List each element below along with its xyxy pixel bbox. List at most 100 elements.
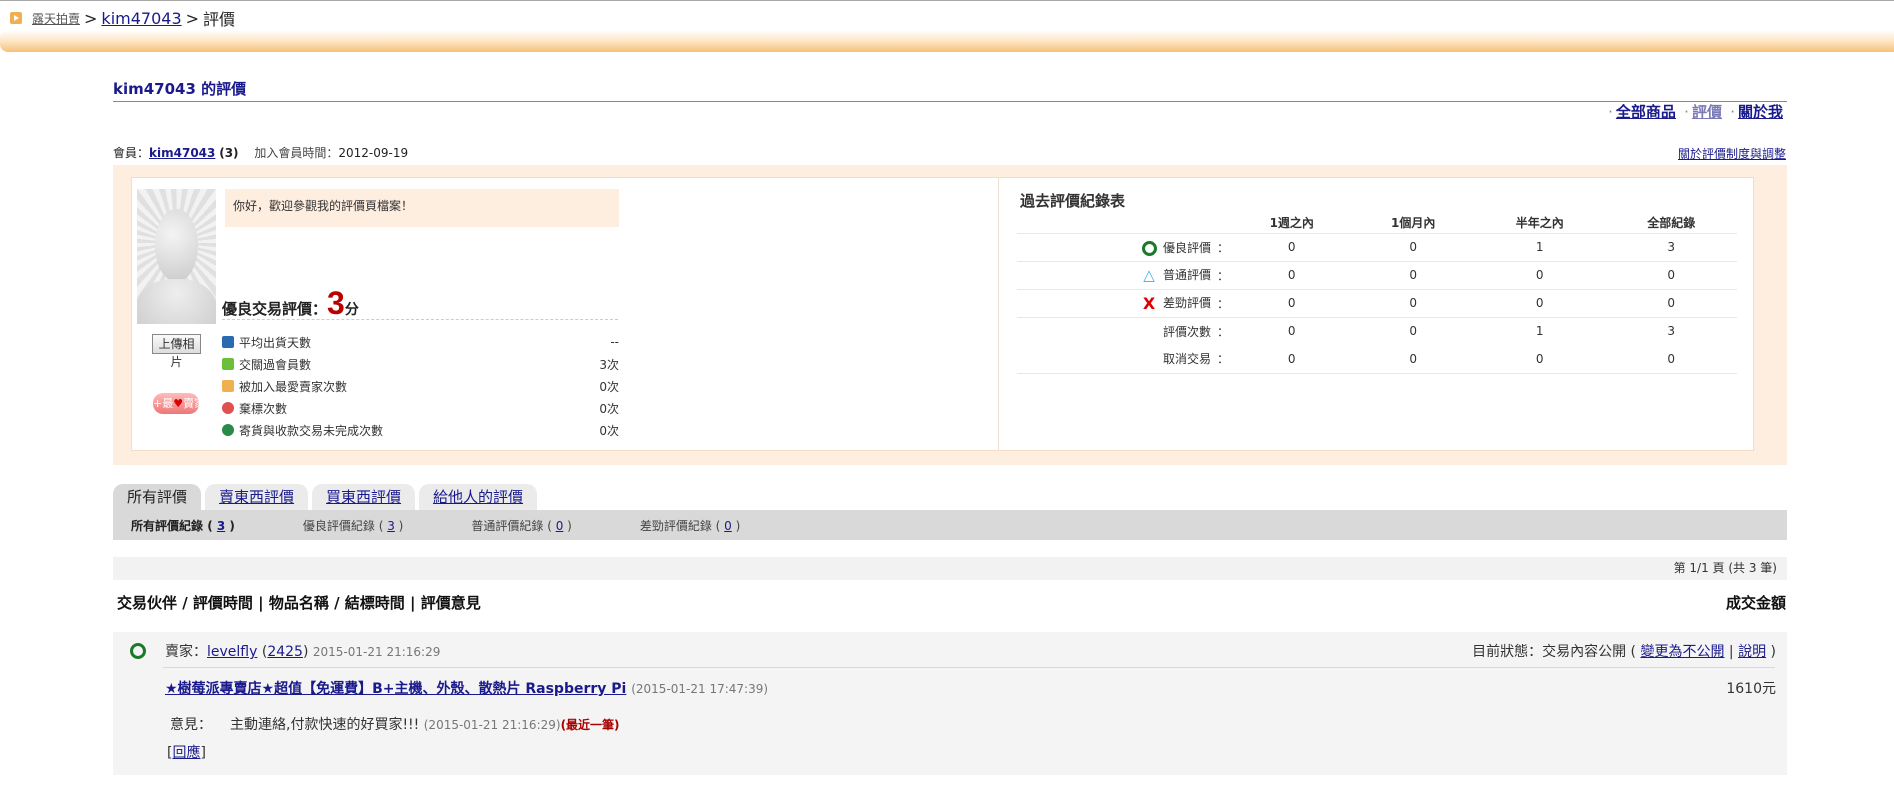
paren: ) [563,518,572,533]
end-time: (2015-01-21 17:47:39) [631,682,769,696]
item-link[interactable]: ★樹莓派專賣店★超值【免運費】B+主機、外殼、散熱片 Raspberry Pi [165,681,626,697]
nav-ratings[interactable]: 評價 [1692,103,1722,121]
tab-link[interactable]: 給他人的評價 [433,488,523,506]
tab-seller-ratings[interactable]: 賣東西評價 [205,484,309,510]
dashed-divider [222,319,618,320]
history-col: 1個月內 [1352,212,1474,234]
partner-score-link[interactable]: 2425 [267,644,303,660]
stat-label: 寄貨與收款交易未完成次數 [239,423,384,438]
history-title: 過去評價紀錄表 [1020,192,1126,210]
history-cell: 0 [1473,261,1606,290]
sad-face-red-icon [222,402,234,414]
paren: ) [731,518,741,533]
filter-item: 所有評價紀錄 ( 3 ) [131,517,235,534]
avatar [137,189,216,324]
paren: ( [374,518,388,533]
filter-count-link[interactable]: 0 [724,519,732,533]
history-cell: 0 [1473,345,1606,374]
history-cell: 0 [1287,324,1296,339]
breadcrumb-site-link[interactable]: 露天拍賣 [32,10,80,27]
add-favorite-seller-button[interactable]: +最♥賣家 [153,393,205,414]
record-amount: 1610元 [1726,681,1776,697]
filter-item: 差勁評價紀錄 ( 0 ) [640,517,740,534]
filter-bar: 所有評價紀錄 ( 3 ) 優良評價紀錄 ( 3 ) 普通評價紀錄 ( 0 ) 差勁評價… [113,510,1787,540]
tab-buyer-ratings[interactable]: 買東西評價 [312,484,416,510]
row-label: 取消交易 [1162,352,1211,367]
colon: ： [1217,261,1231,290]
history-cell: 0 [1231,345,1353,374]
status-close: ) [1766,644,1776,660]
history-cell: 0 [1605,261,1737,290]
history-cell: 0 [1352,233,1474,262]
sad-face-green-icon [222,424,234,436]
nav-all-items[interactable]: 全部商品 [1616,103,1676,121]
nav-about[interactable]: 關於我 [1738,103,1783,121]
breadcrumb-current: 評價 [203,10,236,29]
history-cell: 0 [1352,289,1474,318]
upload-photo-button[interactable]: 上傳相片 [152,334,201,369]
history-row: 取消交易： 0 0 0 0 [1017,345,1737,374]
row-label: 評價次數 [1162,324,1211,339]
breadcrumb-sep: > [84,8,98,28]
pagination-info: 第 1/1 頁 (共 3 筆) [113,557,1787,580]
filter-count-link[interactable]: 3 [387,519,395,533]
reply: [回應] [167,745,206,761]
member-link[interactable]: kim47043 [149,146,215,160]
welcome-message: 你好，歡迎參觀我的評價頁檔案！ [225,189,619,227]
history-row: X 差勁評價： 0 0 0 0 [1017,289,1737,318]
tab-link[interactable]: 賣東西評價 [219,488,294,506]
history-cell: 0 [1352,261,1474,290]
history-cell: 1 [1535,324,1544,339]
tab-link[interactable]: 買東西評價 [326,488,401,506]
make-private-link[interactable]: 變更為不公開 [1640,644,1724,660]
circle-good-icon [1141,240,1157,256]
history-cell: 0 [1409,324,1418,339]
breadcrumb: 露天拍賣 > kim47043 > 評價 [10,6,235,30]
breadcrumb-user-link[interactable]: kim47043 [101,9,181,28]
history-col: 半年之內 [1473,212,1606,234]
score-value: 3 [327,285,345,321]
stat-value: 0次 [599,423,619,438]
nav-sep: · [1684,103,1689,121]
score-label: 優良交易評價： [222,300,328,318]
member-score: (3) [219,146,239,160]
join-date: 2012-09-19 [338,146,409,160]
member-label: 會員： [113,146,150,160]
fav-text: 賣家 [183,397,206,410]
stat-row: 交關過會員數 3次 [222,353,619,375]
history-cell: 0 [1605,289,1737,318]
rating-rules-link[interactable]: 關於評價制度與調整 [1678,145,1786,162]
tab-all-ratings[interactable]: 所有評價 [113,484,202,510]
triangle-neutral-icon: △ [1143,266,1155,285]
help-link[interactable]: 說明 [1738,644,1766,660]
filter-item: 普通評價紀錄 ( 0 ) [471,517,571,534]
history-cell: 0 [1473,289,1606,318]
stat-row: 平均出貨天數 -- [222,331,619,353]
stat-row: 棄標次數 0次 [222,397,619,419]
history-row-label: 評價次數 [1017,317,1217,345]
colon: ： [1217,324,1230,339]
stat-value: -- [610,335,619,349]
history-row-label: 優良評價 [1017,233,1217,262]
fav-plus: +最 [153,397,174,410]
row-label: 差勁評價 [1162,295,1211,310]
tab-given-ratings[interactable]: 給他人的評價 [419,484,538,510]
partner-link[interactable]: levelfly [207,644,257,660]
reply-link[interactable]: 回應 [172,745,200,761]
comment-text: 主動連絡,付款快速的好買家!!! [230,717,420,733]
store-nav: · 全部商品 · 評價 · 關於我 [1605,101,1783,122]
good-rating-icon [130,643,146,659]
good-rating-score: 優良交易評價：3分 [222,285,359,322]
stats-list: 平均出貨天數 -- 交關過會員數 3次 被加入最愛賣家次數 0次 棄標次數 0次 寄貨與收款交易… [222,331,619,441]
stat-value: 0次 [599,401,619,416]
status-label: 目前狀態：交易內容公開 ( [1472,644,1636,660]
paren: ( [711,518,725,533]
filter-count-link[interactable]: 3 [217,519,225,533]
join-label: 加入會員時間： [254,146,339,160]
filter-label: 普通評價紀錄 [471,518,544,533]
heart-icon: ♥ [173,397,184,410]
comment-label: 意見： [170,717,212,733]
record-status: 目前狀態：交易內容公開 ( 變更為不公開 | 說明 ) [1472,641,1776,661]
rated-time: 2015-01-21 21:16:29 [312,645,441,659]
history-row: △ 普通評價： 0 0 0 0 [1017,261,1737,290]
